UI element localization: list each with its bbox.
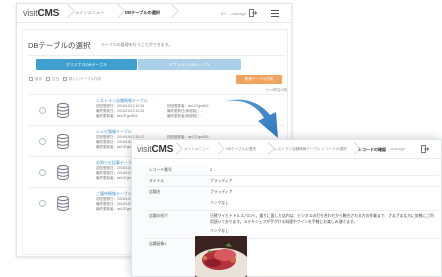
table-row: 店舗名 ブラッディア リンクなし [146, 187, 439, 211]
breadcrumb-record-select[interactable]: レストラン店舗情報テーブル レコードの選択 [274, 147, 347, 152]
record-count: 1〜4件目/4件 [266, 88, 288, 92]
table-row: 店舗画像1 [146, 239, 439, 276]
row-radio[interactable] [39, 138, 46, 145]
menu-icon[interactable] [271, 10, 279, 17]
database-icon [57, 165, 69, 180]
record-confirm-window: visitCMS メインメニュー DBテーブルの選択 レストラン店舗情報テーブル… [131, 139, 442, 277]
toolbar-new-table[interactable]: 新しいテーブル作成 [69, 77, 101, 82]
breadcrumb-separator [63, 4, 71, 23]
table-row: タイトル ブラッディア [146, 176, 439, 187]
row-last-by2: 最終更新者(承認前)：- [167, 114, 202, 118]
breadcrumb-separator [262, 142, 275, 155]
row-radio[interactable] [39, 200, 46, 207]
logo[interactable]: visitCMS [23, 8, 59, 19]
breadcrumb-db-table[interactable]: DBテーブルの選択 [226, 147, 256, 152]
breadcrumb-current: DBテーブルの選択 [125, 10, 161, 15]
existing-icon[interactable] [29, 77, 33, 81]
arrow-curve-icon [224, 99, 278, 138]
toolbar-existing[interactable]: 既存 [35, 77, 42, 82]
breadcrumb-main-menu[interactable]: メインメニュー [75, 10, 104, 19]
header: visitCMS メインメニュー DBテーブルの選択 ID：--manage [17, 4, 291, 23]
field-link: リンクなし [210, 201, 229, 205]
field-key: タイトル [149, 179, 165, 183]
database-icon [57, 134, 69, 149]
table-row: レコード番号 2 [146, 165, 439, 176]
field-value: 2 [210, 168, 213, 172]
tab-default-db[interactable]: デフォルトDBテーブル [138, 59, 241, 70]
database-icon [57, 196, 69, 211]
logo[interactable]: visitCMS [137, 144, 173, 155]
field-value: 日替ワイビトトルスパロイ。通りに面した店内は、ビジネスの打ち合わせから観光される… [210, 214, 434, 224]
new-table-icon[interactable] [63, 77, 67, 81]
field-link: リンクなし [210, 229, 229, 233]
toolbar-blank[interactable]: 空白 [52, 77, 59, 82]
divider [28, 55, 286, 56]
blank-icon[interactable] [46, 77, 50, 81]
breadcrumb-separator [212, 142, 225, 155]
row-radio[interactable] [39, 107, 46, 114]
add-table-button[interactable]: 新規テーブル作成 [236, 75, 282, 84]
header: visitCMS メインメニュー DBテーブルの選択 レストラン店舗情報テーブル… [132, 140, 441, 159]
row-updater: 最終更新者：ae137gm815 [96, 114, 138, 118]
database-icon [57, 103, 69, 118]
breadcrumb-main-menu[interactable]: メインメニュー [184, 147, 209, 152]
breadcrumb-separator [113, 4, 121, 23]
field-key: 店舗画像1 [149, 242, 167, 246]
page-title: DBテーブルの選択 [28, 41, 91, 50]
tab-original-db[interactable]: オリジナルDBテーブル [36, 59, 137, 70]
table-row: 店舗の紹介 日替ワイビトトルスパロイ。通りに面した店内は、ビジネスの打ち合わせか… [146, 211, 439, 239]
row-radio[interactable] [39, 169, 46, 176]
field-key: 店舗名 [149, 190, 161, 194]
field-key: 店舗の紹介 [149, 214, 168, 218]
field-key: レコード番号 [149, 168, 172, 172]
field-value: ブラッディア [210, 179, 233, 183]
page-subtitle: テーブルの管理を行うことができます。 [101, 42, 173, 47]
field-value: ブラッディア [210, 190, 233, 194]
breadcrumb-separator [167, 4, 175, 23]
user-id: ID：--manage [221, 11, 247, 16]
logout-icon[interactable] [249, 9, 257, 17]
user-id: ID：--manage [381, 147, 405, 151]
logout-icon[interactable] [421, 145, 429, 153]
food-photo [195, 236, 247, 277]
